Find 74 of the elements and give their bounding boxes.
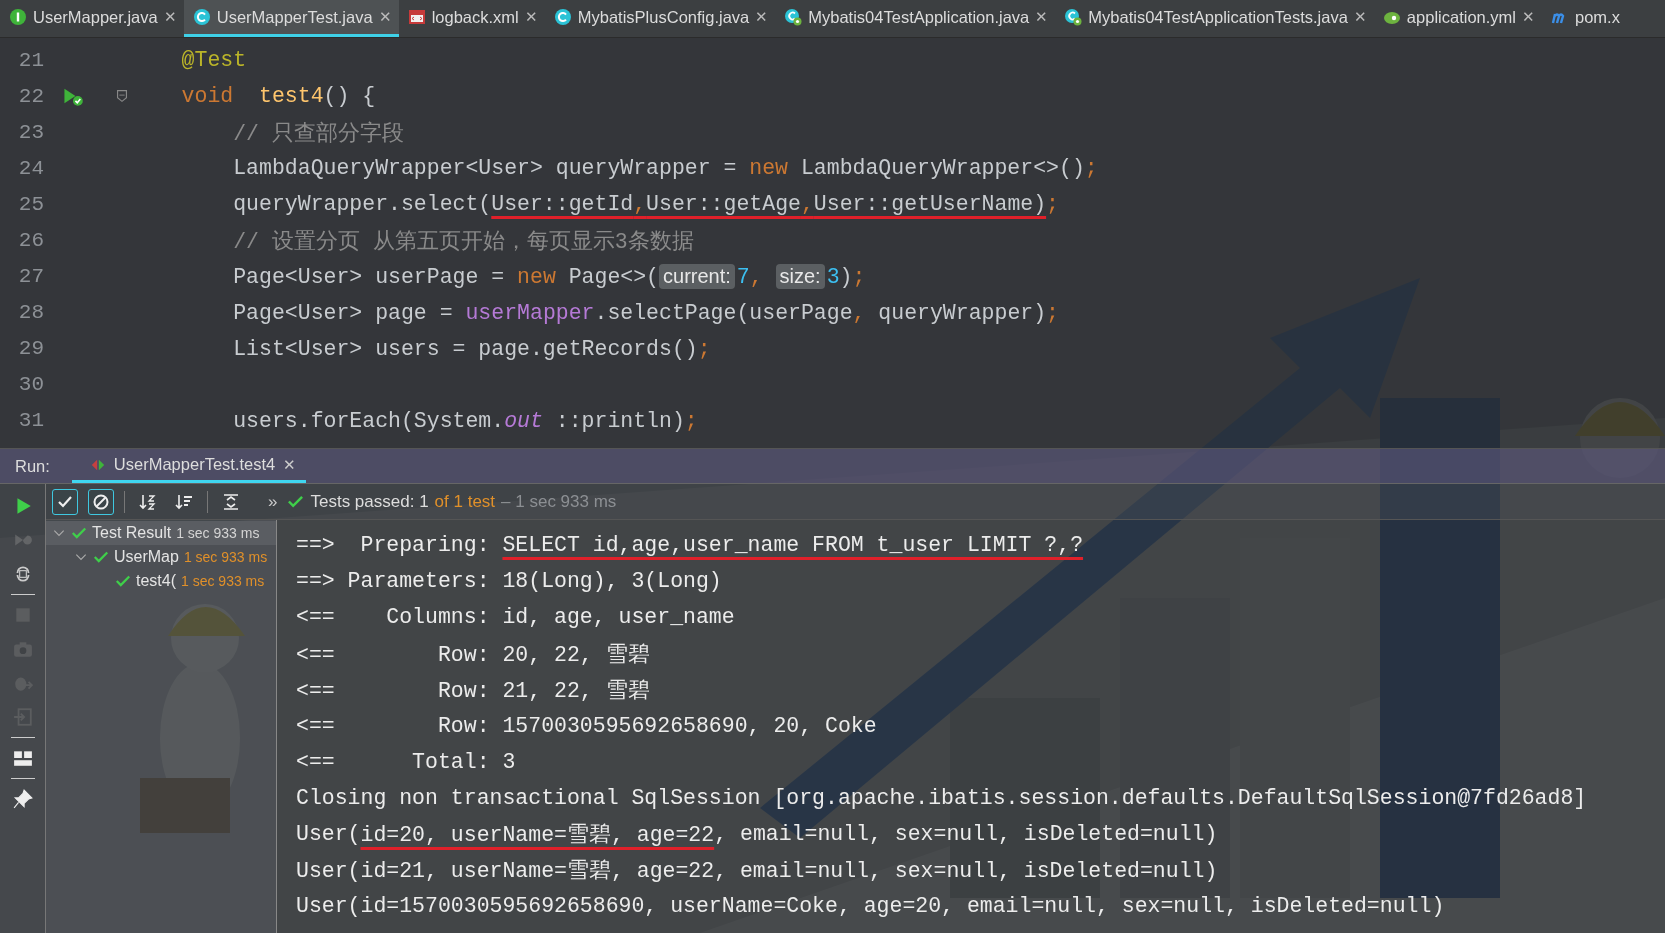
class-file-icon bbox=[553, 8, 572, 26]
console-line: <== Total: 3 bbox=[296, 748, 517, 776]
test-status: Tests passed: 1 of 1 test – 1 sec 933 ms bbox=[287, 491, 617, 512]
code-line: void test4() { bbox=[180, 84, 376, 109]
code-line: @Test bbox=[180, 48, 247, 73]
code-line: queryWrapper.select(User::getId,User::getAge,User::getUserName); bbox=[232, 192, 1059, 217]
test-tree-item[interactable]: Test Result 1 sec 933 ms bbox=[46, 521, 276, 545]
file-tab[interactable]: pom.x bbox=[1542, 0, 1627, 37]
fold-icon[interactable] bbox=[114, 88, 130, 105]
line-number: 28 bbox=[17, 301, 44, 325]
inlay-hint: current: bbox=[659, 264, 735, 290]
line-number: 30 bbox=[17, 373, 44, 397]
file-tab[interactable]: logback.xml ✕ bbox=[398, 0, 545, 37]
close-icon[interactable]: ✕ bbox=[1035, 8, 1049, 26]
code-line: 7, bbox=[736, 264, 764, 289]
console-line: <== Row: 21, 22, 雪碧 bbox=[296, 677, 651, 705]
console-line: User(id=21, userName=雪碧, age=22, email=null, sex=null, isDeleted=null) bbox=[296, 858, 1219, 886]
line-number: 31 bbox=[17, 409, 44, 433]
code-line: // 只查部分字段 bbox=[232, 120, 404, 147]
console-line: ==> Preparing: SELECT id,age,user_name FROM t_user LIMIT ?,? bbox=[296, 532, 1085, 560]
code-line: Page<User> page = userMapper.selectPage(userPage, queryWrapper); bbox=[232, 300, 1059, 325]
console-line: ==> Parameters: 18(Long), 3(Long) bbox=[296, 568, 723, 596]
test-tree-item[interactable]: UserMap 1 sec 933 ms bbox=[46, 545, 276, 569]
code-line: // 设置分页 从第五页开始，每页显示3条数据 bbox=[232, 229, 694, 255]
close-icon[interactable]: ✕ bbox=[163, 8, 177, 26]
code-line: LambdaQueryWrapper<User> queryWrapper = new LambdaQueryWrapper<>(); bbox=[232, 156, 1098, 181]
code-line: List<User> users = page.getRecords(); bbox=[232, 336, 711, 361]
line-number: 25 bbox=[17, 192, 44, 216]
inlay-hint: size: bbox=[775, 264, 825, 290]
console-line: <== Row: 1570030595692658690, 20, Coke bbox=[296, 712, 878, 740]
class-leaf-icon bbox=[784, 8, 803, 26]
panel-title: Run: bbox=[14, 455, 51, 477]
xml-file-icon bbox=[407, 8, 426, 26]
cancel-icon bbox=[92, 492, 110, 511]
toolbar-button[interactable] bbox=[88, 488, 114, 515]
interface-file-icon bbox=[9, 8, 27, 26]
pin-icon[interactable] bbox=[12, 789, 33, 809]
close-icon[interactable]: ✕ bbox=[755, 8, 769, 26]
sort-alpha-icon bbox=[139, 492, 157, 511]
console-line: <== Row: 20, 22, 雪碧 bbox=[296, 641, 651, 669]
line-number: 26 bbox=[17, 229, 44, 252]
line-number: 22 bbox=[17, 84, 44, 108]
class-leaf-icon bbox=[1064, 8, 1083, 26]
file-tab[interactable]: UserMapperTest.java ✕ bbox=[183, 0, 399, 37]
console-line: User(id=20, userName=雪碧, age=22, email=null, sex=null, isDeleted=null) bbox=[296, 820, 1219, 850]
layout-icon[interactable] bbox=[12, 748, 33, 768]
file-tab[interactable]: Mybatis04TestApplicationTests.java ✕ bbox=[1055, 0, 1374, 37]
line-number: 24 bbox=[17, 156, 44, 180]
file-tab[interactable]: Mybatis04TestApplication.java ✕ bbox=[775, 0, 1056, 37]
code-line: users.forEach(System.out ::println); bbox=[232, 409, 698, 433]
console-line: <== Columns: id, age, user_name bbox=[296, 604, 736, 632]
expand-all-icon bbox=[222, 492, 240, 511]
file-tab[interactable]: UserMapper.java ✕ bbox=[0, 0, 184, 37]
code-line: 3); bbox=[826, 264, 866, 289]
close-icon[interactable]: ✕ bbox=[1522, 8, 1535, 26]
class-file-icon bbox=[192, 8, 211, 26]
toolbar-button[interactable] bbox=[52, 488, 78, 515]
line-number: 23 bbox=[17, 120, 44, 144]
check-icon bbox=[287, 493, 305, 510]
code-line: Page<User> userPage = new Page<>( bbox=[232, 264, 659, 289]
file-tab[interactable]: application.yml ✕ bbox=[1373, 0, 1542, 37]
close-icon[interactable]: ✕ bbox=[378, 8, 392, 26]
more-icon[interactable]: » bbox=[268, 491, 278, 512]
console-line: User(id=1570030595692658690, userName=Coke, age=20, email=null, sex=null, isDeleted=null) bbox=[296, 893, 1446, 920]
line-number: 29 bbox=[17, 337, 44, 361]
test-tree-item[interactable]: test4( 1 sec 933 ms bbox=[46, 569, 276, 593]
close-icon[interactable]: ✕ bbox=[1353, 8, 1367, 26]
console-line: Closing non transactional SqlSession [org.apache.ibatis.session.defaults.DefaultSqlSession@7fd26ad8] bbox=[296, 784, 1588, 812]
line-number: 21 bbox=[17, 48, 44, 72]
close-icon[interactable]: ✕ bbox=[524, 8, 538, 26]
line-number: 27 bbox=[17, 265, 44, 289]
file-tab[interactable]: MybatisPlusConfig.java ✕ bbox=[544, 0, 776, 37]
close-icon[interactable]: ✕ bbox=[283, 455, 297, 474]
sort-lines-icon bbox=[175, 492, 193, 511]
